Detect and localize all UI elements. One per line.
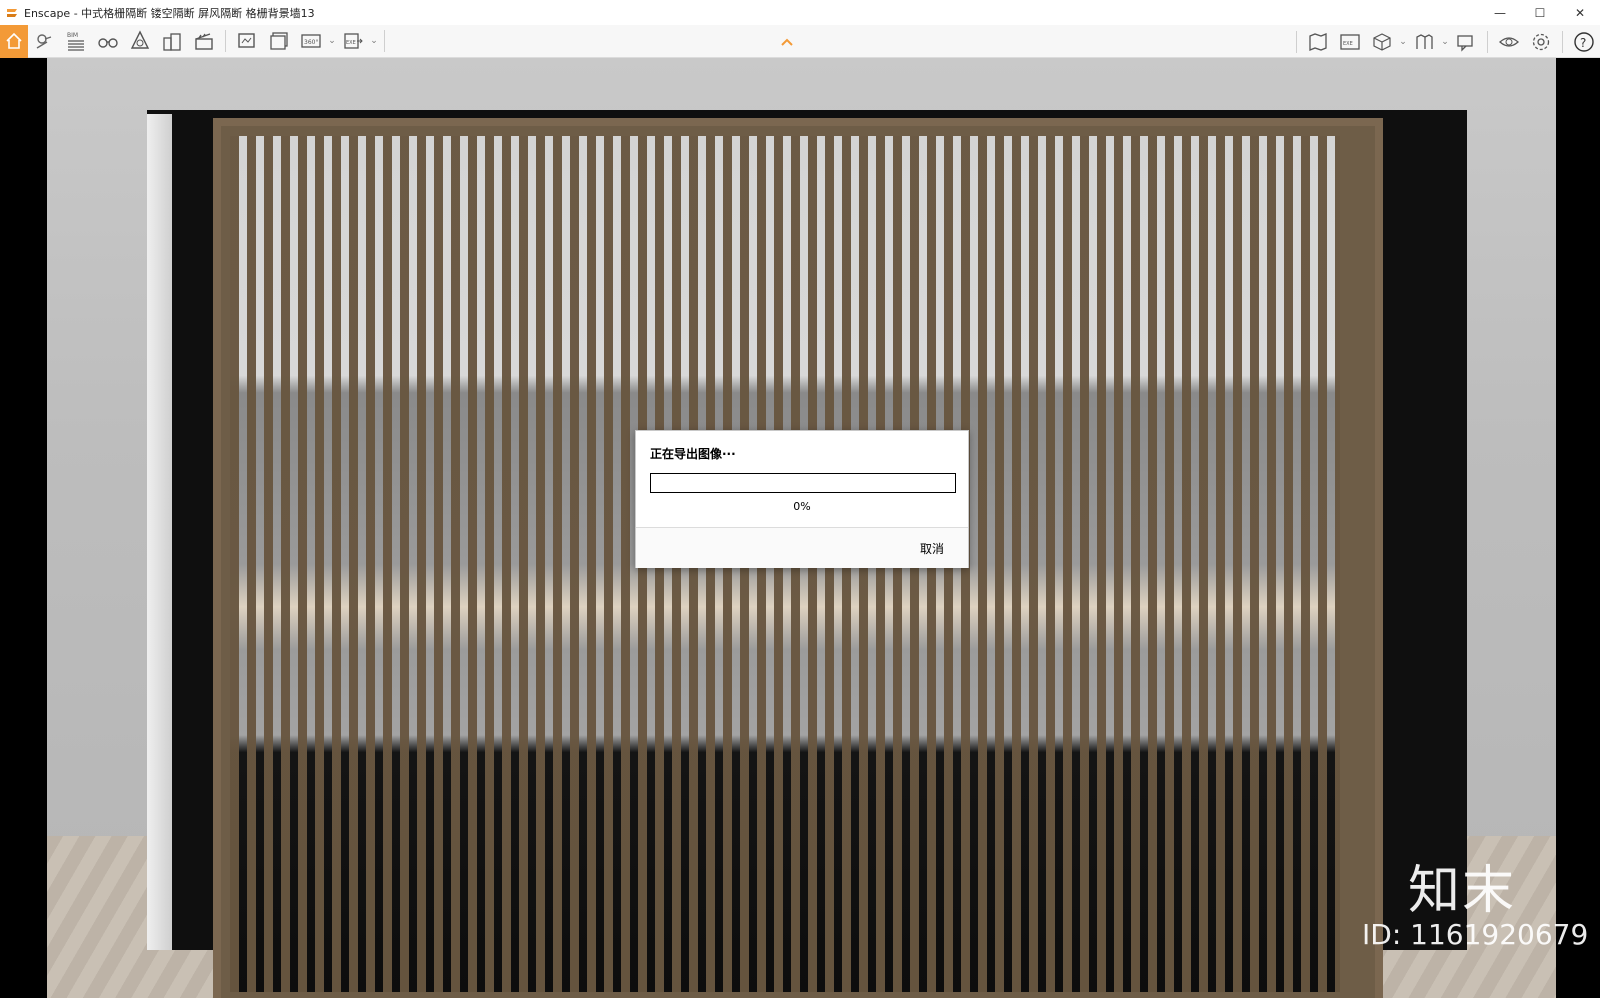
- help-label: ?: [1580, 36, 1586, 50]
- buildings-icon: [163, 33, 181, 51]
- export-web-label: EXE: [1343, 41, 1353, 47]
- settings-button[interactable]: [1525, 25, 1557, 58]
- binoculars-icon: [98, 38, 118, 48]
- export-exe-icon: EXE: [344, 33, 363, 49]
- export-exe-label: EXE: [346, 40, 356, 46]
- home-button[interactable]: [0, 24, 28, 58]
- collapse-toolbar-chevron-icon[interactable]: [778, 25, 796, 58]
- close-button[interactable]: ✕: [1560, 0, 1600, 25]
- cube-view-icon: [1373, 32, 1391, 51]
- binoculars-button[interactable]: [92, 25, 124, 58]
- toolbar-separator: [1296, 30, 1297, 53]
- map-view-icon: [1309, 32, 1327, 51]
- panorama-label: 360°: [304, 39, 318, 46]
- watermark-id: ID: 1161920679: [1362, 918, 1589, 951]
- export-progress-dialog: 正在导出图像··· 0% 取消: [635, 430, 969, 568]
- window-title: Enscape - 中式格栅隔断 镂空隔断 屏风隔断 格栅背景墙13: [24, 6, 315, 20]
- asset-dropdown-icon[interactable]: ⌄: [1440, 25, 1450, 58]
- scene-pillar: [147, 114, 172, 950]
- panorama-dropdown-icon[interactable]: ⌄: [327, 25, 337, 58]
- export-web-icon: EXE: [1340, 33, 1360, 50]
- buildings-button[interactable]: [156, 25, 188, 58]
- home-icon: [6, 32, 22, 49]
- bim-label: BIM: [67, 32, 78, 39]
- minimize-button[interactable]: —: [1480, 0, 1520, 25]
- asset-library-button[interactable]: [1408, 25, 1440, 58]
- toolbar-separator: [1487, 30, 1488, 53]
- window-controls: — ☐ ✕: [1480, 0, 1600, 25]
- map-pin-icon: [36, 34, 52, 49]
- views-button[interactable]: [28, 25, 60, 58]
- cube-view-button[interactable]: [1366, 25, 1398, 58]
- cancel-button[interactable]: 取消: [920, 540, 944, 557]
- toolbar-separator: [225, 30, 226, 52]
- enscape-logo-icon: [7, 8, 17, 17]
- maximize-button[interactable]: ☐: [1520, 0, 1560, 25]
- toolbar-right-group: EXE ⌄ ⌄ ?: [1291, 25, 1600, 58]
- chat-button[interactable]: [1450, 25, 1482, 58]
- export-web-button[interactable]: EXE: [1334, 25, 1366, 58]
- enscape-toolbar: BIM 360° ⌄ EXE ⌄ EXE ⌄ ⌄ ?: [0, 24, 1600, 58]
- toolbar-separator: [1562, 30, 1563, 53]
- eye-icon: [1499, 36, 1519, 47]
- panorama-360-icon: 360°: [301, 34, 321, 48]
- panorama-button[interactable]: 360°: [295, 25, 327, 58]
- help-icon: ?: [1574, 31, 1594, 52]
- export-exe-button[interactable]: EXE: [337, 25, 369, 58]
- map-view-button[interactable]: [1302, 25, 1334, 58]
- chat-icon: [1457, 34, 1473, 52]
- asset-library-icon: [1416, 33, 1433, 49]
- bim-icon: BIM: [67, 32, 84, 51]
- export-progress-bar: [650, 473, 956, 493]
- toolbar-separator: [384, 30, 385, 52]
- bim-button[interactable]: BIM: [60, 25, 92, 58]
- batch-render-button[interactable]: [263, 25, 295, 58]
- title-bar: Enscape - 中式格栅隔断 镂空隔断 屏风隔断 格栅背景墙13 — ☐ ✕: [0, 0, 1600, 25]
- help-button[interactable]: ?: [1568, 25, 1600, 58]
- clapperboard-button[interactable]: [188, 25, 220, 58]
- clapperboard-icon: [195, 33, 213, 50]
- visibility-button[interactable]: [1493, 25, 1525, 58]
- light-view-icon: [130, 30, 150, 49]
- gear-icon: [1532, 33, 1550, 50]
- batch-render-icon: [270, 32, 288, 50]
- light-view-button[interactable]: [124, 25, 156, 58]
- dialog-title: 正在导出图像···: [650, 447, 736, 461]
- screenshot-button[interactable]: [231, 25, 263, 58]
- watermark-logo: 知末: [1408, 861, 1517, 921]
- cube-dropdown-icon[interactable]: ⌄: [1398, 25, 1408, 58]
- screenshot-icon: [238, 33, 255, 48]
- progress-percent: 0%: [793, 500, 811, 513]
- dialog-footer: 取消: [636, 528, 968, 568]
- export-dropdown-icon[interactable]: ⌄: [369, 25, 379, 58]
